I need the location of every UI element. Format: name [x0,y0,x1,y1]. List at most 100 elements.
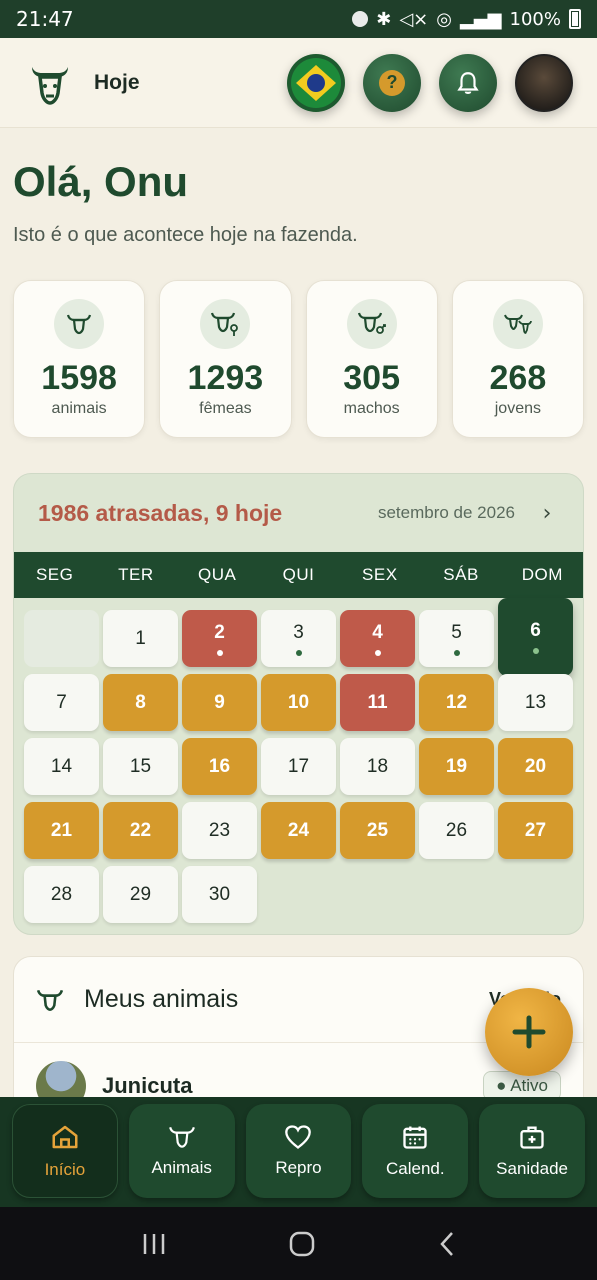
stats-row: 1598 animais 1293 fêmeas 305 machos 268 … [13,280,584,438]
weekday-label: QUA [198,565,237,584]
nav-label: Sanidade [496,1159,568,1178]
calendar-day[interactable]: 30 [182,866,257,923]
calendar-day[interactable]: 2 [182,610,257,667]
calendar-day[interactable]: 1 [103,610,178,667]
calendar-day[interactable]: 8 [103,674,178,731]
calendar-day[interactable]: 16 [182,738,257,795]
calendar-day-number: 25 [366,819,389,841]
calendar-day[interactable]: 12 [419,674,494,731]
calendar-day-number: 16 [208,755,231,777]
nav-item-animals[interactable]: Animais [128,1104,235,1198]
calendar-day[interactable]: 4 [340,610,415,667]
event-indicator-dot [295,649,302,656]
calendar-day-today[interactable]: 6 [498,598,573,676]
calendar-day[interactable]: 24 [261,802,336,859]
alarm-icon [352,11,369,27]
battery-level: 100% [509,8,561,30]
calendar-day-number: 30 [208,883,231,905]
calendar-day[interactable]: 18 [340,738,415,795]
stat-value: 305 [343,359,400,397]
calendar-day[interactable]: 28 [24,866,99,923]
nav-item-home[interactable]: Início [12,1104,118,1198]
add-fab-button[interactable] [485,988,573,1076]
stat-value: 1598 [41,359,117,397]
weekday-label: QUI [282,565,315,584]
calendar-day[interactable]: 5 [419,610,494,667]
status-icons: ✱ ◁× ◎ ▂▄▆ 100% [352,9,581,30]
stat-value: 1293 [187,359,264,397]
bottom-navigation: Início Animais Repro Calend. Sanidade [0,1097,597,1207]
user-avatar[interactable] [515,53,573,112]
back-icon[interactable] [437,1230,457,1258]
calf-icon [492,299,543,349]
stat-card-females[interactable]: 1293 fêmeas [159,280,292,438]
nav-item-calendar[interactable]: Calend. [362,1104,469,1198]
calendar-day[interactable]: 27 [498,802,573,859]
chevron-right-icon[interactable]: › [535,501,559,526]
plus-icon [512,1015,546,1049]
stat-card-animals[interactable]: 1598 animais [13,280,146,438]
bell-icon [457,71,479,94]
calendar-day-number: 13 [524,691,547,713]
nav-item-health[interactable]: Sanidade [479,1104,585,1198]
calendar-day[interactable]: 7 [24,674,99,731]
calendar-day[interactable]: 21 [24,802,99,859]
calendar-day[interactable]: 19 [419,738,494,795]
nav-label: Início [44,1160,86,1179]
calendar-day[interactable]: 26 [419,802,494,859]
calendar-day[interactable]: 10 [261,674,336,731]
greeting-subtitle: Isto é o que acontece hoje na fazenda. [13,224,358,246]
battery-icon [569,9,581,29]
page-title: Hoje [94,70,140,94]
calendar-day[interactable]: 3 [261,610,336,667]
cow-icon [168,1126,195,1148]
notifications-button[interactable] [439,53,497,112]
calendar-day[interactable]: 13 [498,674,573,731]
calendar-days-grid: 1 2 3 4 5 6 7 8 9 10 11 12 13 14 15 16 17 18 19 20 21 22 23 24 2… [14,598,583,923]
cow-icon [54,299,105,349]
calendar-day-number: 18 [366,755,389,777]
weekday-label: TER [118,565,154,584]
stat-card-males[interactable]: 305 machos [305,280,438,438]
calendar-day-number: 9 [214,691,225,713]
calendar-day[interactable]: 25 [340,802,415,859]
cow-icon [36,989,64,1011]
calendar-day-number: 15 [129,755,152,777]
calendar-day-number: 19 [445,755,468,777]
event-indicator-dot [453,649,460,656]
calendar-overdue-summary: 1986 atrasadas, 9 hoje [38,499,283,526]
calendar-day[interactable]: 9 [182,674,257,731]
system-navigation-bar [0,1207,597,1280]
calendar-day[interactable]: 17 [261,738,336,795]
help-button[interactable]: ? [363,53,421,112]
calendar-day-number: 8 [135,691,146,713]
cow-logo-icon [24,57,76,109]
weekday-header: SEG TER QUA QUI SEX SÁB DOM [14,552,583,598]
brazil-flag-icon [291,57,341,108]
medical-kit-icon [520,1126,544,1149]
calendar-day-number: 14 [50,755,73,777]
calendar-day-number: 26 [445,819,468,841]
calendar-day[interactable]: 29 [103,866,178,923]
signal-icon: ▂▄▆ [460,8,502,30]
event-indicator-dot [532,648,539,654]
recent-apps-icon[interactable] [141,1232,167,1256]
calendar-day[interactable]: 20 [498,738,573,795]
calendar-day-number: 7 [56,691,67,713]
stat-value: 268 [489,359,547,397]
mute-icon: ◁× [399,8,429,30]
calendar-day-number: 10 [287,691,310,713]
calendar-day[interactable]: 23 [182,802,257,859]
calendar-day[interactable]: 14 [24,738,99,795]
calendar-day-number: 11 [367,691,388,713]
calendar-day[interactable]: 11 [340,674,415,731]
language-flag-button[interactable] [287,53,345,112]
calendar-day[interactable]: 22 [103,802,178,859]
weekday-label: DOM [521,565,563,584]
nav-label: Calend. [385,1159,445,1178]
nav-item-repro[interactable]: Repro [245,1104,352,1198]
calendar-day[interactable]: 15 [103,738,178,795]
home-system-icon[interactable] [288,1230,316,1258]
calendar-header: 1986 atrasadas, 9 hoje setembro de 2026 … [14,474,583,552]
stat-card-young[interactable]: 268 jovens [451,280,584,438]
